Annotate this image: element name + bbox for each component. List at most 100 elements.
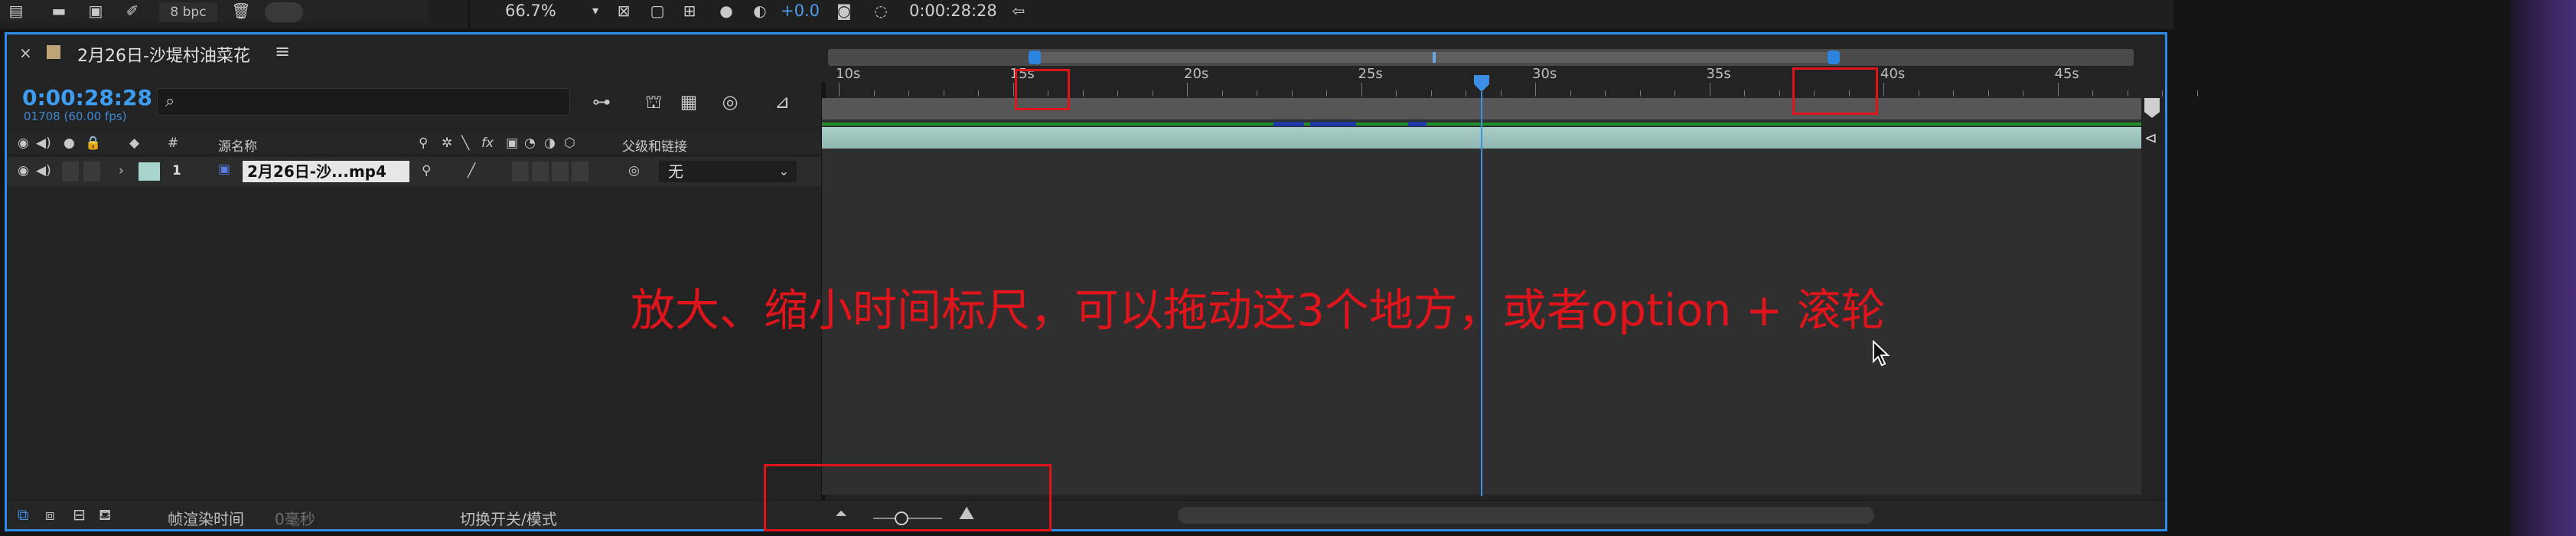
ruler-minor-tick bbox=[1326, 90, 1327, 96]
time-navigator-end-handle[interactable] bbox=[1828, 51, 1840, 64]
video-eye-icon[interactable]: ◉ bbox=[18, 136, 29, 151]
horizontal-scrollbar[interactable] bbox=[1178, 507, 1874, 524]
3d-layer-icon[interactable]: ⬡ bbox=[564, 136, 576, 151]
camera-icon[interactable]: ◙ bbox=[834, 3, 854, 18]
ruler-minor-tick bbox=[2092, 90, 2093, 96]
interpret-footage-icon[interactable]: ▤ bbox=[6, 3, 26, 18]
new-composition-icon[interactable]: ▣ bbox=[86, 3, 106, 18]
trash-icon[interactable]: 🗑 bbox=[231, 3, 251, 18]
ruler-minor-tick bbox=[1987, 90, 1989, 96]
layer-switches-icon[interactable]: ⧉ bbox=[18, 505, 28, 524]
time-navigator-start-handle[interactable] bbox=[1029, 51, 1041, 64]
composition-mini-flowchart-icon[interactable]: ⊶ bbox=[589, 90, 615, 114]
full-screen-icon[interactable]: ▢ bbox=[647, 3, 667, 18]
layer-row[interactable]: ◉ ◀) › 1 ▣ 2月26日-沙...mp4 ⚲ ╱ ◎ 无 ⌄ bbox=[7, 157, 821, 186]
quality-icon[interactable]: ╲ bbox=[461, 136, 469, 151]
motion-blur-icon[interactable]: ◎ bbox=[717, 90, 743, 114]
ruler-label: 25s bbox=[1358, 66, 1383, 82]
audio-icon[interactable]: ◀) bbox=[36, 136, 51, 151]
chevron-right-icon[interactable]: › bbox=[119, 163, 124, 178]
quality-switch-icon[interactable]: ╱ bbox=[468, 163, 475, 178]
timeline-bottom-bar: ⧉ ⧈ ⊟ ⛾ 帧渲染时间 0毫秒 切换开关/模式 ⏶ ⛰ bbox=[7, 500, 2165, 529]
shy-switch-icon[interactable]: ⚲ bbox=[422, 163, 431, 178]
time-navigator-range[interactable] bbox=[1030, 52, 1832, 63]
layer-number-header: # bbox=[168, 136, 179, 151]
shy-icon[interactable]: ⚲ bbox=[419, 136, 428, 151]
annotation-text: 放大、缩小时间标尺，可以拖动这3个地方，或者option + 滚轮 bbox=[631, 284, 1886, 336]
layer-number: 1 bbox=[172, 163, 181, 178]
ruler-minor-tick bbox=[1639, 90, 1641, 96]
current-time-display[interactable]: 0:00:28:28 bbox=[22, 85, 152, 110]
annotation-box-end-handle bbox=[1792, 67, 1878, 115]
collapse-icon[interactable]: ✲ bbox=[442, 136, 452, 151]
toolbar-divider bbox=[468, 0, 470, 29]
parent-value: 无 bbox=[668, 162, 683, 181]
parent-select[interactable]: 无 ⌄ bbox=[659, 161, 797, 182]
viewer-timecode[interactable]: 0:00:28:28 bbox=[909, 0, 997, 21]
show-snapshot-icon[interactable]: ◌ bbox=[871, 3, 891, 18]
toggle-pill[interactable] bbox=[265, 2, 303, 22]
motion-blur-switch[interactable] bbox=[532, 162, 549, 181]
motion-blur-header-icon[interactable]: ◔ bbox=[524, 136, 536, 151]
layer-search-input[interactable]: ⌕ bbox=[157, 88, 570, 116]
frame-blending-icon[interactable]: ▦ bbox=[676, 90, 702, 114]
ruler-label: 40s bbox=[1880, 66, 1906, 82]
layer-name[interactable]: 2月26日-沙...mp4 bbox=[243, 161, 409, 182]
cached-segment bbox=[1408, 122, 1427, 126]
pick-whip-icon[interactable]: ◎ bbox=[628, 163, 640, 178]
render-time-label: 帧渲染时间 bbox=[168, 510, 244, 528]
region-of-interest-icon[interactable]: ⊞ bbox=[680, 3, 699, 18]
draft-3d-icon[interactable]: ⛫ bbox=[641, 90, 667, 114]
ruler-tick bbox=[839, 83, 840, 96]
adjustment-switch[interactable] bbox=[552, 162, 569, 181]
composition-tab-title[interactable]: 2月26日-沙堤村油菜花 bbox=[77, 42, 250, 67]
channels-icon[interactable]: ● bbox=[716, 3, 736, 18]
annotation-box-zoom-slider bbox=[764, 464, 1052, 531]
ruler-minor-tick bbox=[1605, 90, 1606, 96]
source-name-header[interactable]: 源名称 bbox=[218, 136, 257, 155]
frame-blend-switch[interactable] bbox=[512, 162, 529, 181]
search-icon: ⌕ bbox=[165, 92, 175, 111]
lock-switch[interactable] bbox=[83, 162, 100, 181]
fast-previews-icon[interactable]: ⇦ bbox=[1009, 3, 1029, 18]
close-icon[interactable]: × bbox=[19, 44, 32, 62]
label-tag-icon[interactable]: ◆ bbox=[129, 136, 139, 151]
color-management-icon[interactable]: ◐ bbox=[750, 3, 770, 18]
folder-icon[interactable]: ▬ bbox=[49, 3, 69, 18]
ruler-label: 10s bbox=[836, 66, 861, 82]
solo-switch[interactable] bbox=[62, 162, 79, 181]
layer-label-color[interactable] bbox=[139, 162, 160, 181]
ruler-minor-tick bbox=[1500, 90, 1502, 96]
ruler-tick bbox=[2057, 83, 2059, 96]
in-out-icon[interactable]: ⊟ bbox=[73, 505, 86, 524]
video-eye-icon[interactable]: ◉ bbox=[18, 163, 29, 178]
transfer-controls-icon[interactable]: ⧈ bbox=[45, 505, 55, 524]
solo-icon[interactable]: ● bbox=[64, 136, 75, 151]
frame-blend-header-icon[interactable]: ▣ bbox=[506, 136, 518, 151]
project-toolbar: ▤ ▬ ▣ ✐ 8 bpc 🗑 bbox=[0, 0, 429, 23]
exposure-value[interactable]: +0.0 bbox=[781, 0, 820, 21]
ruler-minor-tick bbox=[1117, 90, 1118, 96]
ruler-minor-tick bbox=[1396, 90, 1397, 96]
magnification-select[interactable]: 66.7% ▾ bbox=[505, 0, 605, 23]
brush-icon[interactable]: ✐ bbox=[122, 3, 142, 18]
layer-end-icon[interactable]: ⊲ bbox=[2144, 129, 2157, 147]
adjustment-layer-icon[interactable]: ◑ bbox=[544, 136, 556, 151]
time-navigator-marker bbox=[1433, 52, 1436, 63]
ruler-minor-tick bbox=[1674, 90, 1675, 96]
grid-icon[interactable]: ⊠ bbox=[614, 3, 634, 18]
graph-editor-icon[interactable]: ⊿ bbox=[769, 90, 795, 114]
composition-color-swatch bbox=[47, 45, 60, 59]
ruler-tick bbox=[1535, 83, 1536, 96]
current-time-indicator-head[interactable] bbox=[1472, 74, 1491, 93]
render-time-value: 0毫秒 bbox=[275, 510, 315, 528]
bit-depth-button[interactable]: 8 bpc bbox=[159, 2, 217, 22]
toggle-switches-modes-button[interactable]: 切换开关/模式 bbox=[460, 507, 557, 529]
ruler-minor-tick bbox=[1291, 90, 1293, 96]
effects-header[interactable]: fx bbox=[481, 136, 494, 151]
lock-icon[interactable]: 🔒 bbox=[85, 136, 101, 151]
render-time-icon[interactable]: ⛾ bbox=[99, 505, 111, 526]
panel-menu-icon[interactable]: ≡ bbox=[275, 41, 290, 62]
3d-switch[interactable] bbox=[572, 162, 589, 181]
audio-icon[interactable]: ◀) bbox=[36, 163, 51, 178]
